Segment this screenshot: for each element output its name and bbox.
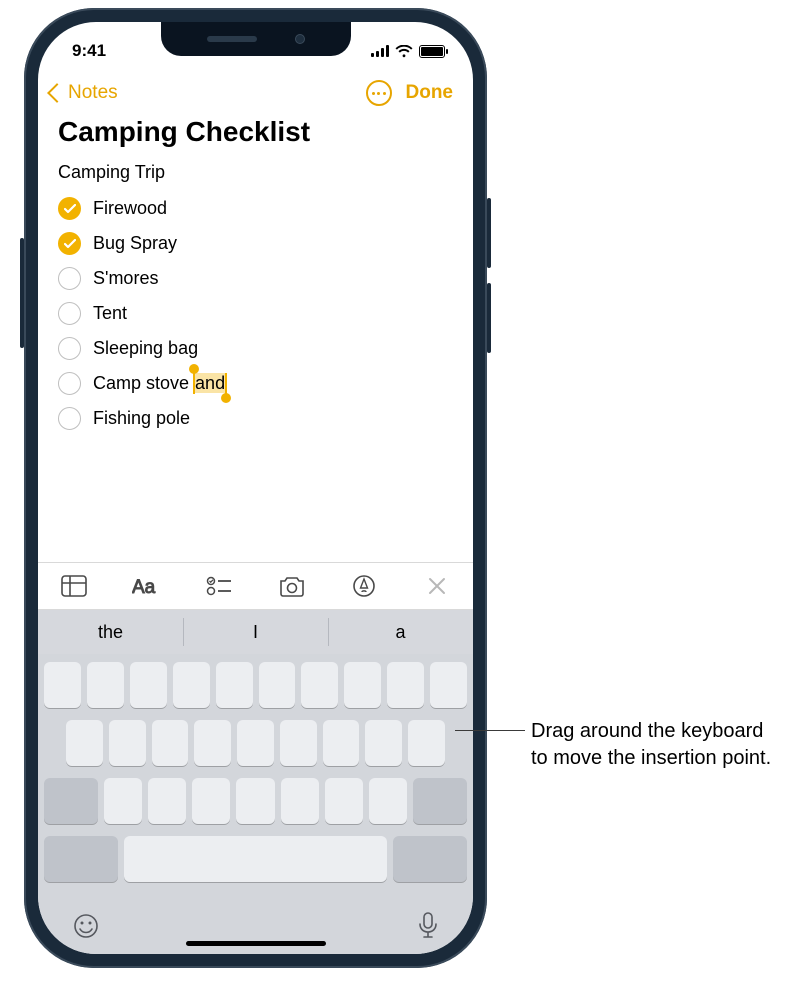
suggestion[interactable]: I [183,610,328,654]
key-blank[interactable] [192,778,230,824]
more-button[interactable] [366,80,392,106]
checkbox-checked-icon[interactable] [58,197,81,220]
phone-frame: 9:41 Notes Done Camping Checklist [24,8,487,968]
checklist-item[interactable]: Tent [58,296,453,331]
key-blank[interactable] [365,720,402,766]
key-blank[interactable] [413,778,467,824]
checklist-label: S'mores [93,268,158,289]
key-blank[interactable] [408,720,445,766]
callout-text: Drag around the keyboard to move the ins… [531,718,781,772]
annotation-callout: Drag around the keyboard to move the ins… [455,718,781,772]
key-blank[interactable] [325,778,363,824]
checklist-label: Fishing pole [93,408,190,429]
checklist-label: Firewood [93,198,167,219]
key-blank[interactable] [236,778,274,824]
battery-icon [419,45,445,58]
checklist-item[interactable]: Bug Spray [58,226,453,261]
checklist-label: Bug Spray [93,233,177,254]
key-blank[interactable] [44,778,98,824]
suggestion[interactable]: the [38,610,183,654]
markup-button[interactable] [348,570,380,602]
screen: 9:41 Notes Done Camping Checklist [38,22,473,954]
volume-button [20,238,24,348]
key-blank[interactable] [66,720,103,766]
page-title: Camping Checklist [38,114,473,162]
key-blank[interactable] [387,662,424,708]
checklist-item[interactable]: Sleeping bag [58,331,453,366]
back-button[interactable]: Notes [50,82,118,104]
cellular-icon [371,45,389,57]
keyboard-trackpad[interactable] [38,654,473,954]
notch [161,22,351,56]
key-blank[interactable] [87,662,124,708]
key-blank[interactable] [194,720,231,766]
key-blank[interactable] [173,662,210,708]
key-blank[interactable] [44,662,81,708]
suggestion[interactable]: a [328,610,473,654]
status-time: 9:41 [72,41,106,61]
done-button[interactable]: Done [406,82,454,104]
key-blank[interactable] [369,778,407,824]
checklist-item[interactable]: S'mores [58,261,453,296]
note-subtitle: Camping Trip [58,162,453,183]
checklist-item[interactable]: Fishing pole [58,401,453,436]
table-button[interactable] [58,570,90,602]
checkbox-icon[interactable] [58,267,81,290]
close-toolbar-button[interactable] [421,570,453,602]
svg-text:Aa: Aa [132,577,156,597]
key-blank[interactable] [130,662,167,708]
checkbox-icon[interactable] [58,372,81,395]
key-blank[interactable] [393,836,467,882]
key-blank[interactable] [301,662,338,708]
text-format-button[interactable]: Aa [131,570,163,602]
selected-text: and [194,373,226,393]
key-space[interactable] [124,836,387,882]
key-blank[interactable] [344,662,381,708]
checklist-item[interactable]: Camp stove and [58,366,453,401]
key-blank[interactable] [216,662,253,708]
key-blank[interactable] [323,720,360,766]
camera-button[interactable] [276,570,308,602]
back-label: Notes [68,82,118,104]
checklist-label: Tent [93,303,127,324]
key-blank[interactable] [280,720,317,766]
checkbox-icon[interactable] [58,302,81,325]
checklist-item[interactable]: Firewood [58,191,453,226]
checklist-label-pre: Camp stove [93,373,194,393]
key-blank[interactable] [152,720,189,766]
key-blank[interactable] [430,662,467,708]
key-blank[interactable] [104,778,142,824]
dictation-icon[interactable] [417,911,439,941]
checklist-label: Sleeping bag [93,338,198,359]
key-blank[interactable] [148,778,186,824]
emoji-icon[interactable] [72,912,100,940]
note-body[interactable]: Camping Trip Firewood Bug Spray S'mores … [38,162,473,562]
format-toolbar: Aa [38,562,473,610]
key-blank[interactable] [237,720,274,766]
side-button [487,198,491,268]
key-blank[interactable] [281,778,319,824]
checkbox-icon[interactable] [58,337,81,360]
checkbox-icon[interactable] [58,407,81,430]
text-selection[interactable]: and [194,373,226,394]
side-button [487,283,491,353]
predictive-bar: the I a [38,610,473,654]
wifi-icon [395,45,413,58]
key-blank[interactable] [44,836,118,882]
home-indicator[interactable] [186,941,326,946]
key-blank[interactable] [109,720,146,766]
chevron-left-icon [47,83,67,103]
checkbox-checked-icon[interactable] [58,232,81,255]
checklist-button[interactable] [203,570,235,602]
key-blank[interactable] [259,662,296,708]
